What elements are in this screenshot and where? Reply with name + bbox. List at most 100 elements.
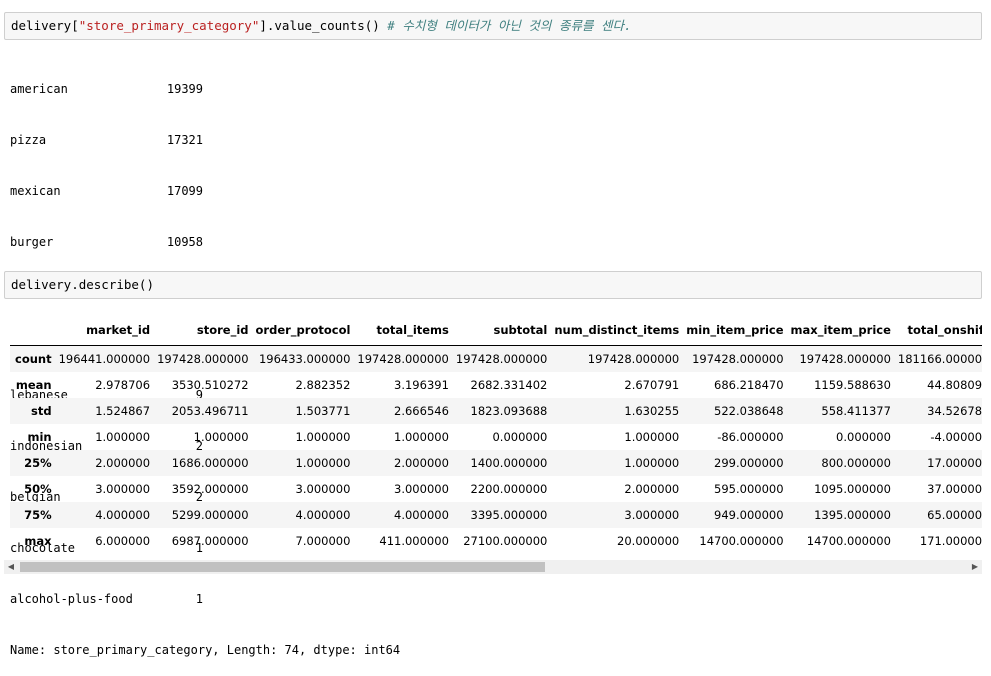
table-cell: 197428.000000 [549,345,682,372]
table-cell: 1.524867 [53,398,153,424]
table-row: 25% 2.000000 1686.000000 1.000000 2.0000… [10,450,982,476]
table-cell: 5299.000000 [152,502,251,528]
table-cell: 1395.000000 [785,502,893,528]
table-cell: 171.000000 [919,534,982,548]
table-cell: -4.000000 [930,430,982,444]
table-cell: 4.000000 [250,502,353,528]
table-cell: 6.000000 [95,534,151,548]
table-cell: 1400.000000 [450,450,550,476]
describe-table-container: market_id store_id order_protocol total_… [10,315,982,560]
table-cell: 686.218470 [714,378,784,392]
table-row: std 1.524867 2053.496711 1.503771 2.6665… [10,398,982,424]
table-cell: 1.000000 [250,450,353,476]
table-cell: 2.000000 [352,450,451,476]
column-header: store_id [152,315,251,346]
column-header: min_item_price [681,315,786,346]
table-cell: 197428.000000 [681,345,786,372]
table-cell: 196433.000000 [250,345,353,372]
table-cell: 800.000000 [785,450,893,476]
scroll-left-icon[interactable]: ◀ [4,560,18,574]
table-row: mean 2.978706 3530.510272 2.882352 3.196… [10,372,982,398]
table-cell: 0.000000 [492,430,548,444]
table-cell: 2.978706 [95,378,151,392]
row-label: max [24,534,52,548]
table-cell: 197428.000000 [450,345,550,372]
scroll-thumb[interactable] [20,562,545,572]
table-cell: 44.808093 [927,378,982,392]
table-cell: 4.000000 [352,502,451,528]
table-header-row: market_id store_id order_protocol total_… [10,315,982,346]
table-cell: 27100.000000 [463,534,548,548]
table-cell: 2682.331402 [470,378,548,392]
table-cell: 299.000000 [681,450,786,476]
table-cell: 4.000000 [53,502,153,528]
code-comment: # 수치형 데이터가 아닌 것의 종류를 센다. [387,18,632,33]
table-cell: 2.000000 [53,450,153,476]
table-cell: 1.000000 [624,430,680,444]
table-cell: 6987.000000 [171,534,249,548]
table-cell: 2.670791 [624,378,680,392]
code-cell-describe[interactable]: delivery.describe() [4,271,982,299]
column-header: total_onshift [892,315,982,346]
list-item: alcohol-plus-food 1 [10,592,203,606]
column-header: max_item_price [785,315,893,346]
row-label: 50% [24,482,52,496]
table-cell: 411.000000 [379,534,449,548]
table-cell: 2.000000 [624,482,680,496]
column-header [10,315,54,346]
code-text: delivery.describe() [11,277,154,292]
row-label: count [10,345,54,372]
table-cell: 196441.000000 [53,345,153,372]
table-cell: 1.000000 [394,430,449,444]
table-cell: 0.000000 [836,430,891,444]
table-cell: 20.000000 [617,534,680,548]
table-cell: 34.526783 [892,398,982,424]
table-cell: 1.630255 [549,398,682,424]
code-string: "store_primary_category" [78,18,260,33]
table-cell: 3.000000 [394,482,449,496]
row-label: 75% [10,502,54,528]
table-cell: 1.000000 [295,430,351,444]
table-cell: 1.000000 [549,450,682,476]
table-cell: 3.196391 [394,378,449,392]
table-cell: -86.000000 [717,430,784,444]
output-footer: Name: store_primary_category, Length: 74… [10,643,401,657]
table-cell: 181166.000000 [892,345,982,372]
table-cell: 522.038648 [681,398,786,424]
table-cell: 1095.000000 [814,482,891,496]
table-cell: 949.000000 [681,502,786,528]
table-cell: 3530.510272 [171,378,249,392]
table-cell: 17.000000 [892,450,982,476]
table-cell: 558.411377 [785,398,893,424]
column-header: num_distinct_items [549,315,682,346]
table-cell: 1686.000000 [152,450,251,476]
table-cell: 3592.000000 [171,482,249,496]
table-cell: 2200.000000 [470,482,548,496]
table-row: count 196441.000000 197428.000000 196433… [10,345,982,372]
code-text: ].value_counts() [259,18,388,33]
list-item: pizza 17321 [10,133,203,147]
table-row: 75% 4.000000 5299.000000 4.000000 4.0000… [10,502,982,528]
table-cell: 1.000000 [193,430,249,444]
table-cell: 14700.000000 [806,534,891,548]
list-item: mexican 17099 [10,184,203,198]
table-row: max 6.000000 6987.000000 7.000000 411.00… [10,528,982,554]
row-label: 25% [10,450,54,476]
table-cell: 197428.000000 [785,345,893,372]
table-cell: 65.000000 [892,502,982,528]
table-cell: 7.000000 [295,534,351,548]
table-cell: 197428.000000 [152,345,251,372]
table-cell: 2.882352 [295,378,351,392]
list-item: american 19399 [10,82,203,96]
table-cell: 3395.000000 [450,502,550,528]
scroll-right-icon[interactable]: ▶ [968,560,982,574]
row-label: mean [15,378,52,392]
column-header: total_items [352,315,451,346]
table-cell: 14700.000000 [699,534,784,548]
describe-table: market_id store_id order_protocol total_… [10,315,982,554]
horizontal-scrollbar[interactable]: ◀ ▶ [4,560,982,574]
table-cell: 595.000000 [714,482,784,496]
list-item: burger 10958 [10,235,203,249]
code-cell-value-counts[interactable]: delivery["store_primary_category"].value… [4,12,982,40]
table-cell: 1823.093688 [450,398,550,424]
